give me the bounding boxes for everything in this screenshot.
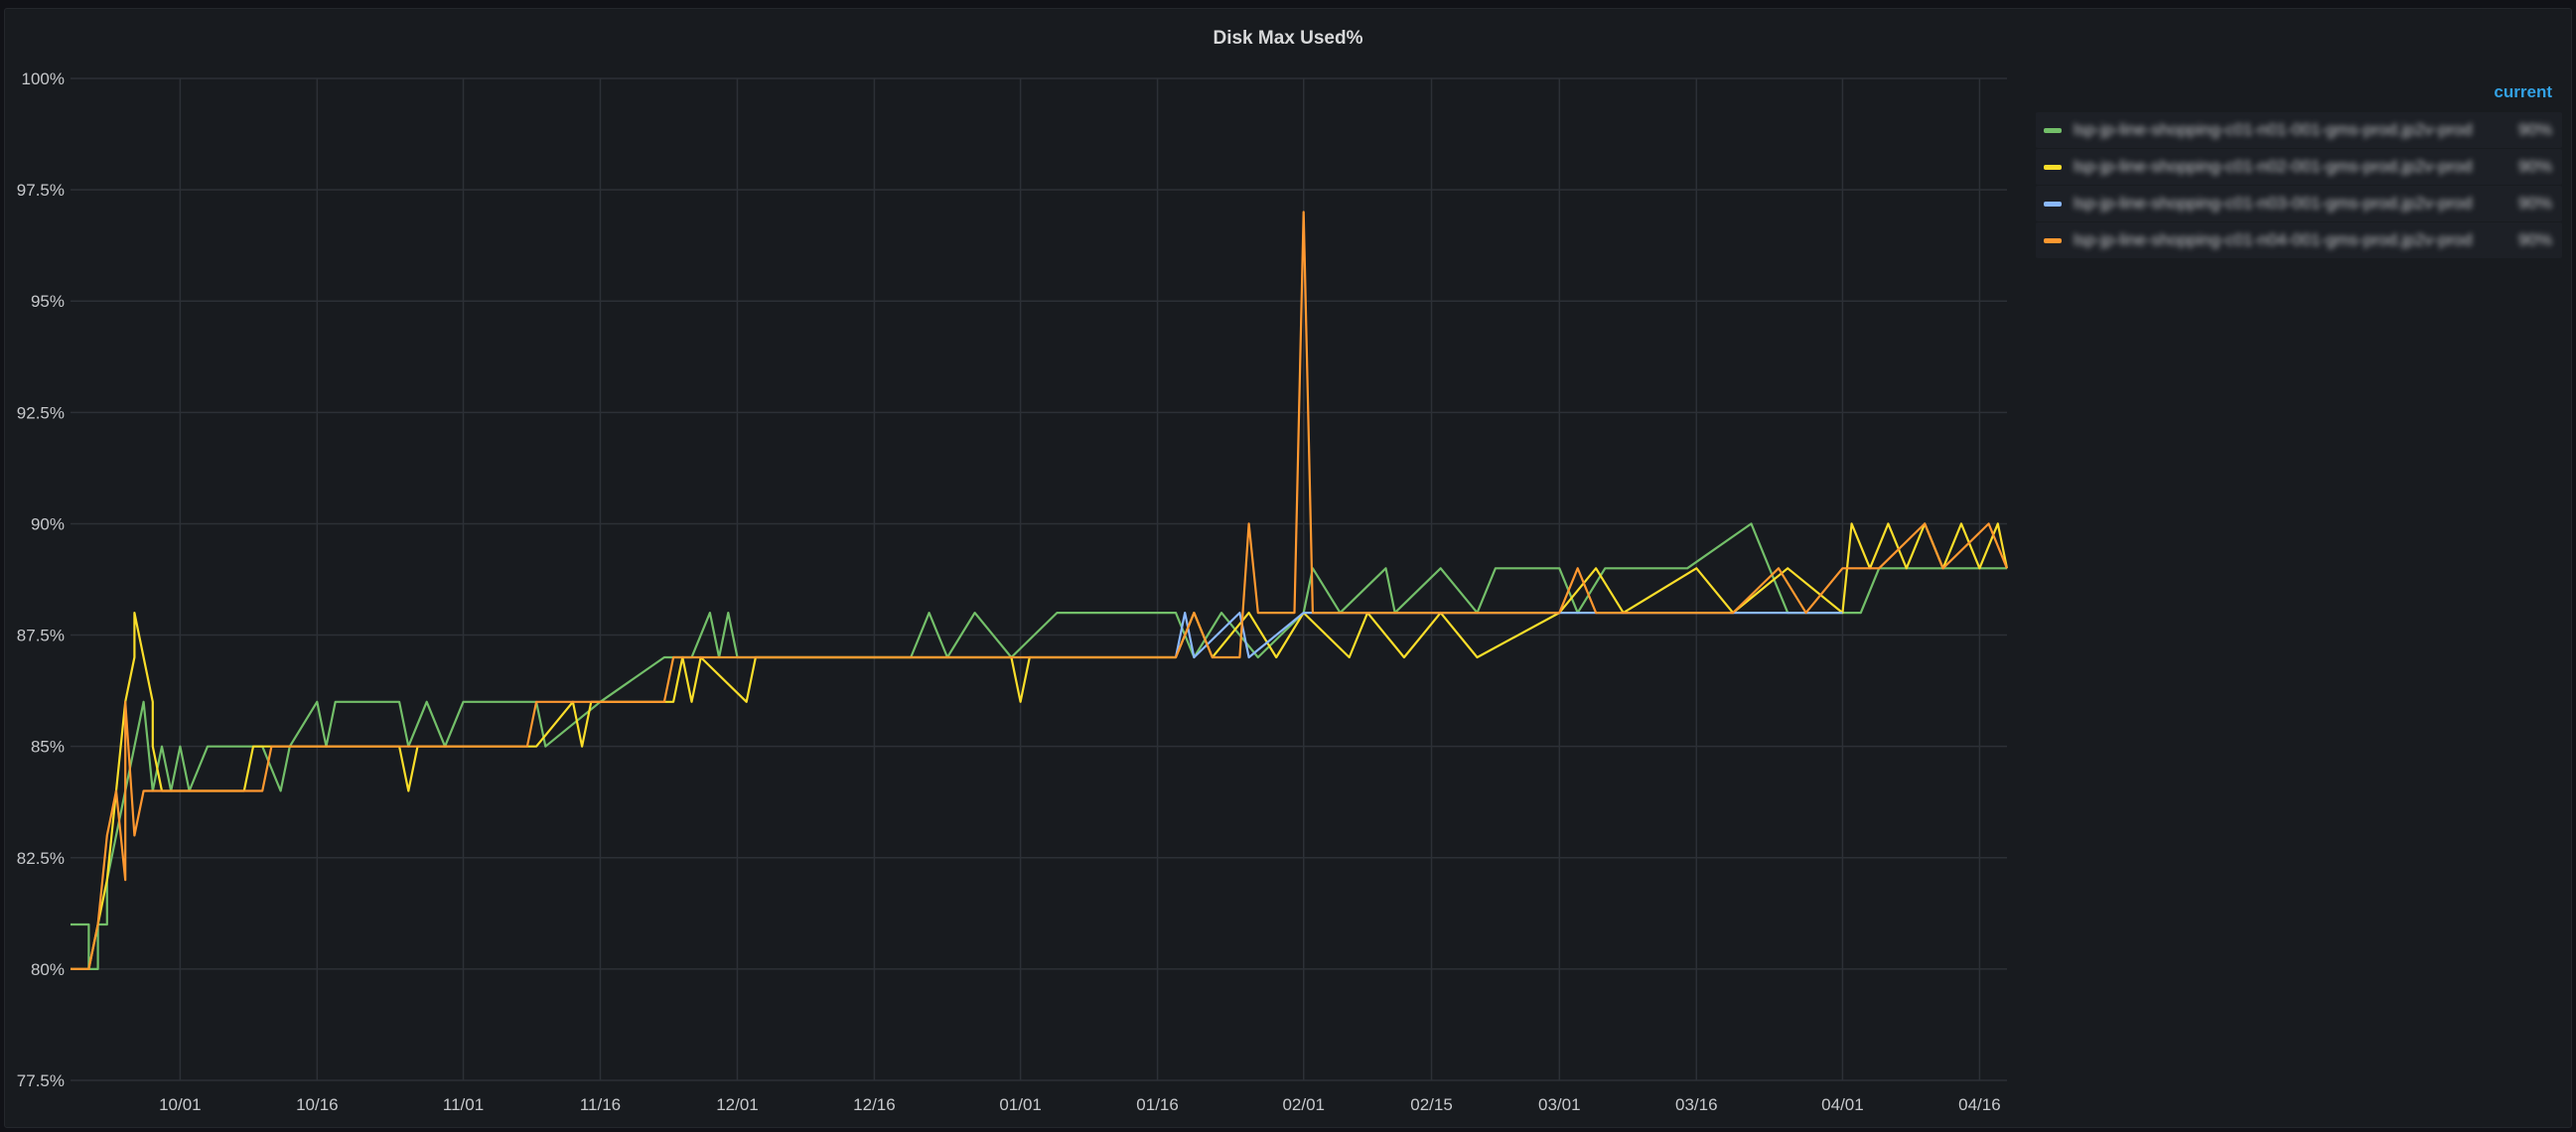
- y-axis: 77.5% 80% 82.5% 85% 87.5% 90% 92.5% 95% 97.5% 100…: [17, 70, 65, 1090]
- x-tick-label: 03/16: [1675, 1095, 1718, 1114]
- x-tick-label: 11/01: [443, 1095, 484, 1114]
- x-tick-label: 12/16: [853, 1095, 896, 1114]
- x-tick-label: 04/01: [1821, 1095, 1864, 1114]
- legend-item-value: 90%: [2517, 194, 2552, 212]
- x-tick-label: 10/01: [159, 1095, 202, 1114]
- y-tick-label: 97.5%: [17, 181, 65, 200]
- series-line: [71, 211, 2009, 970]
- legend-item-name[interactable]: lsp-jp-line-shopping-c01-n03-001-gms-pro…: [2074, 194, 2503, 213]
- chart-grid: [71, 77, 2007, 1081]
- series-color-swatch[interactable]: [2044, 237, 2062, 243]
- x-tick-label: 01/01: [999, 1095, 1042, 1114]
- x-tick-label: 03/01: [1538, 1095, 1581, 1114]
- series-lines: [71, 211, 2009, 970]
- x-tick-label: 04/16: [1958, 1095, 2001, 1114]
- x-tick-label: 12/01: [716, 1095, 759, 1114]
- legend-item-value: 90%: [2517, 230, 2552, 249]
- y-tick-label: 80%: [31, 960, 65, 979]
- legend-item[interactable]: lsp-jp-line-shopping-c01-n01-001-gms-pro…: [2036, 112, 2562, 148]
- y-tick-label: 90%: [31, 514, 65, 533]
- legend-item[interactable]: lsp-jp-line-shopping-c01-n03-001-gms-pro…: [2036, 186, 2562, 221]
- disk-usage-chart: 77.5% 80% 82.5% 85% 87.5% 90% 92.5% 95% 97.5% 100…: [17, 70, 2009, 1114]
- x-tick-label: 01/16: [1136, 1095, 1179, 1114]
- y-tick-label: 92.5%: [17, 403, 65, 422]
- series-color-swatch[interactable]: [2044, 201, 2062, 207]
- legend: current lsp-jp-line-shopping-c01-n01-001…: [2036, 72, 2562, 259]
- y-tick-label: 95%: [31, 292, 65, 311]
- x-tick-label: 02/01: [1282, 1095, 1325, 1114]
- x-tick-label: 11/16: [580, 1095, 621, 1114]
- x-tick-label: 02/15: [1410, 1095, 1453, 1114]
- legend-item[interactable]: lsp-jp-line-shopping-c01-n02-001-gms-pro…: [2036, 149, 2562, 185]
- y-tick-label: 82.5%: [17, 849, 65, 868]
- series-color-swatch[interactable]: [2044, 164, 2062, 170]
- series-color-swatch[interactable]: [2044, 127, 2062, 133]
- legend-item-value: 90%: [2517, 120, 2552, 139]
- y-tick-label: 85%: [31, 738, 65, 757]
- y-tick-label: 87.5%: [17, 627, 65, 645]
- graph-panel: Disk Max Used% 77.5% 80% 82.5% 85% 87.5% 90% 9…: [4, 8, 2572, 1128]
- x-tick-label: 10/16: [296, 1095, 339, 1114]
- legend-item-name[interactable]: lsp-jp-line-shopping-c01-n02-001-gms-pro…: [2074, 157, 2503, 177]
- legend-item-value: 90%: [2517, 157, 2552, 176]
- legend-header-current[interactable]: current: [2036, 72, 2562, 112]
- x-axis: 10/01 10/16 11/01 11/16 12/01 12/16 01/01 01/16…: [159, 1095, 2001, 1114]
- y-tick-label: 77.5%: [17, 1071, 65, 1090]
- y-tick-label: 100%: [22, 70, 65, 88]
- legend-item[interactable]: lsp-jp-line-shopping-c01-n04-001-gms-pro…: [2036, 222, 2562, 258]
- legend-item-name[interactable]: lsp-jp-line-shopping-c01-n04-001-gms-pro…: [2074, 230, 2503, 250]
- legend-item-name[interactable]: lsp-jp-line-shopping-c01-n01-001-gms-pro…: [2074, 120, 2503, 140]
